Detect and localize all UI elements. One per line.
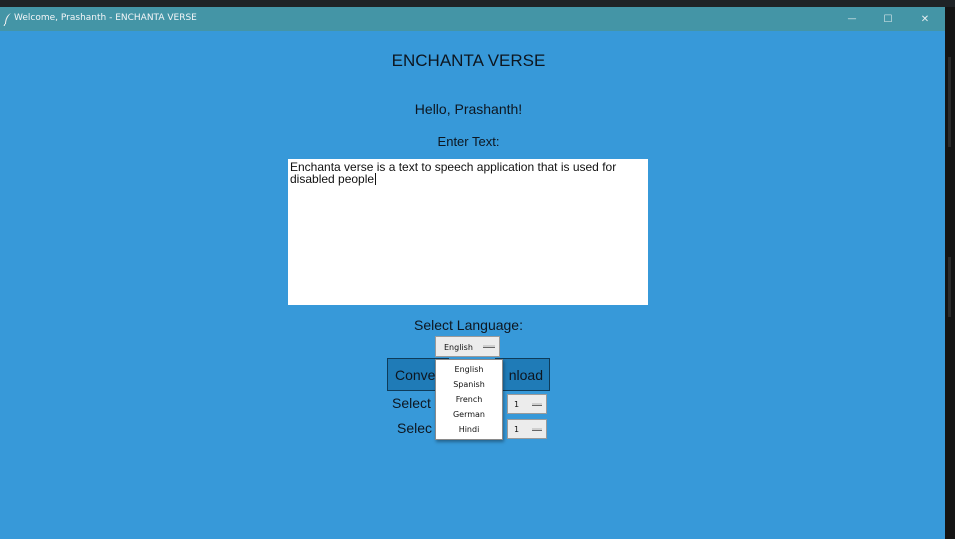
window-right-edge [945, 7, 955, 539]
download-button-label: nload [508, 366, 543, 383]
language-select[interactable]: English [435, 336, 500, 357]
enter-text-label: Enter Text: [437, 134, 500, 149]
screen-top-edge [0, 0, 955, 7]
window-titlebar[interactable]: Welcome, Prashanth - ENCHANTA VERSE — ☐ … [0, 7, 945, 31]
language-option-hindi[interactable]: Hindi [436, 423, 502, 438]
select-label-1: Select [392, 395, 431, 411]
select-label-2: Selec [397, 420, 433, 436]
language-option-german[interactable]: German [436, 408, 502, 423]
language-option-spanish[interactable]: Spanish [436, 378, 502, 393]
app-heading: ENCHANTA VERSE [391, 51, 546, 70]
language-option-french[interactable]: French [436, 393, 502, 408]
option-select-2[interactable]: 1 [507, 419, 547, 439]
minimize-icon: — [847, 14, 857, 24]
text-input-value: Enchanta verse is a text to speech appli… [290, 160, 617, 186]
language-select-value: English [444, 343, 473, 352]
select-language-label: Select Language: [414, 317, 523, 333]
text-input-area[interactable]: Enchanta verse is a text to speech appli… [288, 159, 648, 305]
language-option-english[interactable]: English [436, 363, 502, 378]
option-select-2-value: 1 [514, 425, 520, 434]
app-client-area: ENCHANTA VERSE Hello, Prashanth! Enter T… [0, 31, 945, 539]
minimize-button[interactable]: — [833, 7, 871, 31]
option-select-1-value: 1 [514, 400, 520, 409]
window-title: Welcome, Prashanth - ENCHANTA VERSE [14, 13, 197, 23]
dropdown-indicator-icon [483, 345, 495, 348]
maximize-button[interactable]: ☐ [869, 7, 907, 31]
greeting-label: Hello, Prashanth! [414, 101, 523, 117]
dropdown-indicator-icon [532, 428, 542, 431]
maximize-icon: ☐ [883, 13, 893, 25]
convert-button-label: Conve [395, 366, 436, 383]
close-icon: ✕ [920, 13, 930, 25]
download-button[interactable]: nload [495, 358, 550, 391]
dropdown-indicator-icon [532, 403, 542, 406]
language-dropdown-menu: English Spanish French German Hindi [435, 359, 503, 440]
text-cursor [375, 173, 377, 185]
close-button[interactable]: ✕ [906, 7, 944, 31]
option-select-1[interactable]: 1 [507, 394, 547, 414]
feather-icon [3, 12, 13, 27]
